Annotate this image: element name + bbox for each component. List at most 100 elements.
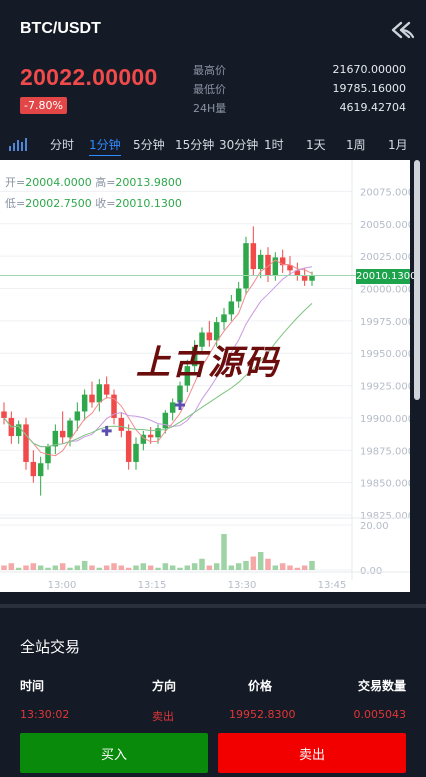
- candle-body: [301, 275, 308, 281]
- volume-bar: [235, 563, 242, 570]
- stat-low: 最低价 19785.16000: [193, 79, 406, 98]
- y-tick-label: 20025.0000: [360, 252, 410, 263]
- candle-body: [23, 424, 29, 462]
- y-tick-label: 19925.0000: [360, 382, 410, 393]
- volume-bar: [228, 565, 235, 570]
- header-amount: 交易数量: [357, 679, 406, 693]
- tab-5min[interactable]: 5分钟: [133, 136, 165, 153]
- sell-button[interactable]: 卖出: [218, 733, 406, 773]
- candle-body: [309, 275, 315, 281]
- stat-label: 最低价: [193, 82, 226, 96]
- last-price-tag: 20010.1300: [356, 269, 417, 284]
- tab-1day[interactable]: 1天: [306, 136, 326, 153]
- candle-body: [243, 243, 249, 289]
- candle-body: [74, 411, 81, 421]
- candle-body: [177, 385, 183, 403]
- y-tick-label: 20075.0000: [360, 187, 410, 198]
- candle-body: [59, 430, 66, 438]
- volume-bar: [103, 565, 110, 570]
- volume-bar: [81, 561, 88, 570]
- tab-15min[interactable]: 15分钟: [175, 136, 214, 153]
- candle-body: [169, 402, 176, 413]
- volume-bar: [177, 567, 183, 570]
- candle-body: [96, 384, 103, 403]
- volume-bar: [243, 561, 249, 570]
- interval-tabs: 分时 1分钟 5分钟 15分钟 30分钟 1时 1天 1周 1月: [0, 132, 426, 160]
- volume-bar: [191, 563, 198, 570]
- close-label: 收=: [95, 197, 116, 210]
- open-value: 20004.0000: [25, 176, 92, 189]
- trade-time: 13:30:02: [20, 708, 70, 721]
- open-label: 开=: [5, 176, 26, 189]
- volume-bar: [213, 563, 220, 570]
- candle-body: [228, 301, 235, 315]
- ohlc-row-1: 开=20004.0000 高=20013.9800: [5, 174, 182, 190]
- chart-scrollbar[interactable]: [414, 160, 420, 400]
- volume-bar: [67, 567, 73, 570]
- stat-value: 19785.16000: [332, 82, 406, 95]
- y-tick-label: 19975.0000: [360, 317, 410, 328]
- y-tick-label: 19900.0000: [360, 414, 410, 425]
- y-tick-label: 20000.0000: [360, 284, 410, 295]
- signal-marker: [175, 399, 185, 410]
- close-value: 20010.1300: [115, 197, 182, 210]
- volume-bar: [133, 565, 139, 570]
- volume-bar: [206, 565, 213, 570]
- volume-bar: [74, 565, 81, 570]
- watermark: 上古源码: [136, 343, 280, 383]
- volume-bar: [59, 563, 66, 570]
- depth-chart-icon[interactable]: [8, 136, 28, 152]
- candle-body: [118, 417, 125, 431]
- candle-body: [81, 394, 88, 412]
- volume-bar: [23, 565, 29, 570]
- x-tick-label: 13:45: [318, 580, 347, 591]
- volume-bar: [265, 558, 271, 570]
- y-tick-label: 20050.0000: [360, 220, 410, 231]
- header-direction: 方向: [152, 679, 177, 693]
- trade-direction: 卖出: [152, 710, 174, 723]
- volume-bar: [125, 567, 132, 570]
- candle-body: [235, 288, 242, 302]
- x-tick-label: 13:30: [228, 580, 257, 591]
- tab-1month[interactable]: 1月: [388, 136, 408, 153]
- tab-1min[interactable]: 1分钟: [89, 136, 121, 156]
- trade-price: 19952.8300: [229, 708, 296, 721]
- change-percent-badge: -7.80%: [20, 97, 67, 114]
- volume-bar: [45, 567, 51, 570]
- tab-1hour[interactable]: 1时: [264, 136, 284, 153]
- volume-bar: [279, 563, 286, 570]
- volume-bar: [250, 556, 257, 570]
- volume-bar: [30, 563, 37, 570]
- low-label: 低=: [5, 197, 26, 210]
- tab-30min[interactable]: 30分钟: [219, 136, 258, 153]
- low-value: 20002.7500: [25, 197, 92, 210]
- trade-row: 13:30:02 卖出 19952.8300 0.005043: [20, 708, 406, 724]
- candle-body: [221, 314, 227, 323]
- tab-timeline[interactable]: 分时: [50, 136, 74, 153]
- candle-body: [89, 394, 95, 403]
- volume-bar: [118, 565, 125, 570]
- volume-bar: [294, 567, 301, 570]
- x-tick-label: 13:15: [138, 580, 167, 591]
- volume-bar: [37, 565, 44, 570]
- y-tick-label: 19850.0000: [360, 479, 410, 490]
- volume-bar: [301, 565, 308, 570]
- double-back-arrow-icon[interactable]: [389, 18, 415, 42]
- volume-bar: [147, 565, 154, 570]
- header-price: 价格: [248, 679, 273, 693]
- high-value: 20013.9800: [115, 176, 182, 189]
- volume-bar: [8, 563, 15, 570]
- candle-body: [133, 443, 139, 462]
- candle-body: [162, 412, 169, 429]
- buy-button[interactable]: 买入: [20, 733, 208, 773]
- last-price: 20022.00000: [20, 64, 158, 90]
- candle-body: [147, 434, 154, 438]
- candle-body: [103, 384, 110, 395]
- tab-1week[interactable]: 1周: [346, 136, 366, 153]
- volume-bar: [272, 565, 279, 570]
- ticker-stats: 最高价 21670.00000 最低价 19785.16000 24H量 461…: [193, 60, 406, 117]
- volume-bar: [184, 565, 191, 570]
- candle-body: [30, 461, 37, 477]
- candle-body: [1, 411, 7, 418]
- y-tick-label: 19875.0000: [360, 446, 410, 457]
